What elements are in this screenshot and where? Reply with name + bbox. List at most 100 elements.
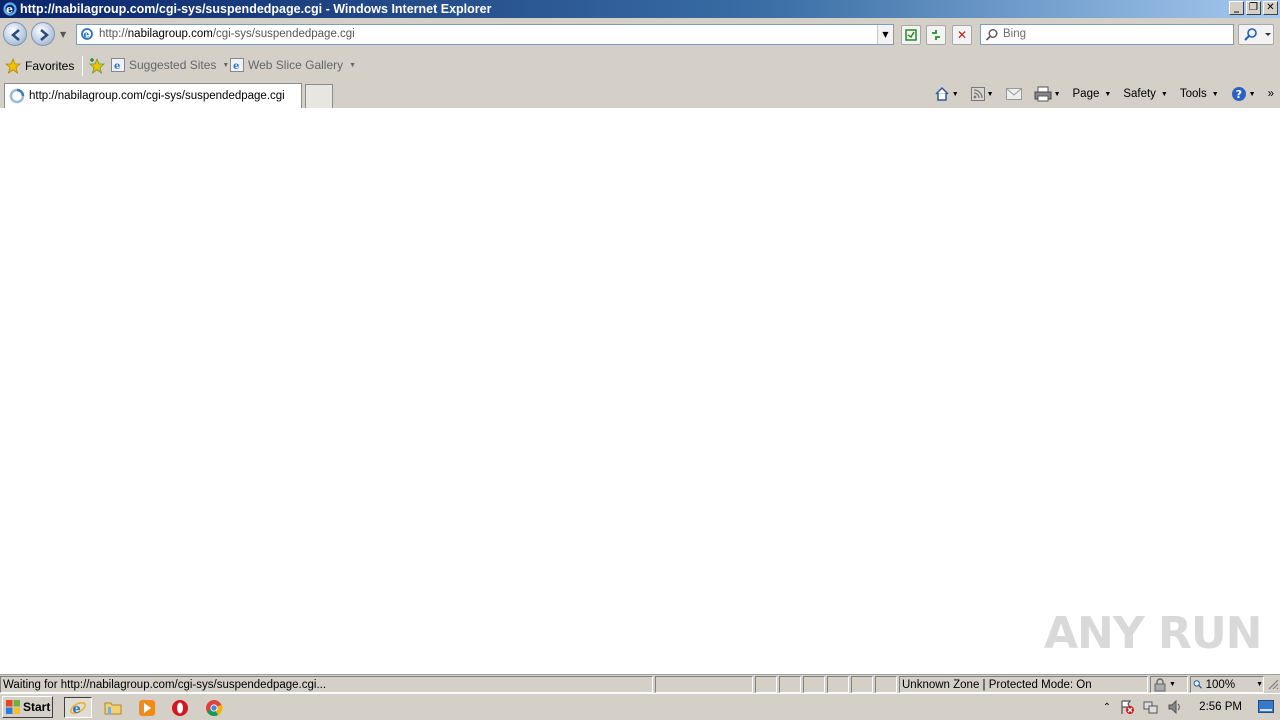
chevron-down-icon: ▼ — [222, 61, 230, 69]
back-button[interactable] — [3, 22, 27, 46]
chevron-down-icon: ▼ — [1248, 90, 1256, 98]
page-content: ANY RUN — [0, 108, 1280, 674]
show-desktop-icon[interactable] — [1258, 700, 1274, 714]
resize-grip-icon[interactable] — [1266, 676, 1280, 693]
restore-button[interactable]: ❐ — [1246, 1, 1261, 15]
read-mail-button[interactable] — [1005, 88, 1022, 100]
favorites-separator — [82, 56, 83, 76]
chevron-down-icon: ▼ — [1053, 90, 1061, 98]
stop-icon: ✕ — [956, 28, 968, 42]
home-button[interactable]: ▼ — [934, 86, 959, 102]
tab-label: http://nabilagroup.com/cgi-sys/suspended… — [29, 90, 285, 102]
page-menu[interactable]: Page ▼ — [1073, 88, 1112, 100]
taskbar-opera[interactable] — [166, 697, 194, 718]
suggested-sites-link[interactable]: e Suggested Sites ▼ — [111, 58, 229, 72]
recent-pages-dropdown-icon[interactable]: ▼ — [60, 30, 66, 39]
zoom-icon — [1193, 680, 1203, 689]
help-menu[interactable]: ? ▼ — [1231, 86, 1256, 102]
address-dropdown-button[interactable]: ▼ — [877, 25, 893, 44]
rss-feed-icon — [970, 87, 985, 101]
action-center-flag-icon[interactable] — [1119, 699, 1135, 715]
status-cell-3 — [803, 676, 825, 693]
command-bar: ▼ ▼ ▼ Page ▼ Safety ▼ Tools ▼ ? ▼ » — [934, 84, 1280, 104]
home-icon — [935, 86, 949, 101]
svg-text:e: e — [6, 3, 13, 16]
favorites-button[interactable]: Favorites — [5, 58, 74, 74]
address-url[interactable]: http://nabilagroup.com/cgi-sys/suspended… — [99, 28, 355, 40]
taskbar-internet-explorer[interactable]: e — [64, 697, 92, 718]
print-button[interactable]: ▼ — [1034, 86, 1061, 102]
grip-icon — [1268, 679, 1279, 690]
search-placeholder: Bing — [1003, 28, 1027, 40]
show-hidden-icons-icon[interactable]: ⌃ — [1103, 702, 1111, 713]
windows-logo-icon — [6, 700, 20, 714]
navigation-bar: ▼ e http://nabilagroup.com/cgi-sys/suspe… — [0, 18, 1280, 52]
feeds-button[interactable]: ▼ — [970, 87, 994, 101]
chevron-down-icon: ▼ — [1256, 681, 1263, 688]
new-tab-button[interactable] — [305, 84, 333, 108]
close-window-button[interactable]: ✕ — [1263, 1, 1278, 15]
svg-text:?: ? — [1235, 88, 1241, 101]
forward-button[interactable] — [31, 22, 55, 46]
volume-icon[interactable] — [1167, 699, 1183, 715]
back-arrow-icon — [11, 29, 20, 41]
tab-row: http://nabilagroup.com/cgi-sys/suspended… — [0, 80, 1280, 108]
forward-arrow-icon — [40, 29, 49, 41]
clock[interactable]: 2:56 PM — [1199, 701, 1242, 713]
zoom-level-button[interactable]: 100% ▼ — [1190, 676, 1264, 693]
help-icon: ? — [1231, 87, 1246, 101]
network-icon[interactable] — [1143, 699, 1159, 715]
suggested-sites-ie-icon: e — [111, 58, 125, 72]
tools-menu[interactable]: Tools ▼ — [1180, 88, 1219, 100]
start-button[interactable]: Start — [2, 696, 53, 718]
progress-cell — [655, 676, 753, 693]
add-to-favorites-bar-button[interactable] — [88, 58, 106, 74]
search-icon — [985, 29, 998, 41]
refresh-button[interactable] — [926, 25, 946, 45]
url-prefix: http:// — [99, 28, 128, 40]
taskbar-file-explorer[interactable] — [99, 697, 127, 718]
compatibility-view-button[interactable] — [901, 25, 921, 45]
web-slice-gallery-link[interactable]: e Web Slice Gallery ▼ — [230, 58, 356, 72]
taskbar: Start e ⌃ 2:56 PM — [0, 693, 1280, 720]
search-box[interactable]: Bing — [980, 24, 1234, 45]
chevron-down-icon: ▼ — [1160, 90, 1168, 98]
chevron-down-icon: ▼ — [1211, 90, 1219, 98]
more-commands-icon: » — [1267, 88, 1274, 100]
taskbar-media-player[interactable] — [133, 697, 161, 718]
more-commands-button[interactable]: » — [1268, 88, 1274, 100]
address-bar[interactable]: e http://nabilagroup.com/cgi-sys/suspend… — [76, 24, 894, 45]
protected-mode-button[interactable]: ▼ — [1150, 676, 1188, 693]
status-cell-5 — [851, 676, 873, 693]
security-zone[interactable]: Unknown Zone | Protected Mode: On — [899, 676, 1148, 693]
search-go-icon — [1244, 28, 1271, 41]
media-player-icon — [139, 699, 155, 716]
chevron-down-icon: ▼ — [1104, 90, 1112, 98]
mail-icon — [1005, 88, 1022, 100]
search-go-button[interactable] — [1238, 24, 1274, 45]
safety-menu[interactable]: Safety ▼ — [1123, 88, 1168, 100]
folder-icon — [104, 702, 122, 714]
chevron-down-icon: ▼ — [986, 90, 994, 98]
taskbar-chrome[interactable] — [200, 697, 228, 718]
svg-text:e: e — [73, 702, 81, 717]
window-title: http://nabilagroup.com/cgi-sys/suspended… — [20, 2, 492, 16]
compatibility-icon — [905, 29, 917, 41]
tab-current[interactable]: http://nabilagroup.com/cgi-sys/suspended… — [4, 83, 302, 108]
chevron-down-icon: ▼ — [951, 90, 959, 98]
stop-button[interactable]: ✕ — [952, 25, 972, 45]
zoom-level: 100% — [1205, 678, 1236, 691]
svg-text:e: e — [114, 61, 120, 72]
favorites-label: Favorites — [25, 59, 75, 73]
status-cell-4 — [827, 676, 849, 693]
favorites-star-icon — [5, 58, 21, 74]
safety-menu-label: Safety — [1123, 88, 1156, 100]
ie-logo-icon: e — [3, 2, 17, 16]
minimize-button[interactable]: _ — [1229, 1, 1244, 15]
favorites-bar: Favorites e Suggested Sites ▼ e Web Slic… — [0, 52, 1280, 80]
watermark: ANY RUN — [1040, 608, 1262, 659]
svg-text:e: e — [84, 31, 90, 41]
watermark-text: ANY RUN — [1044, 608, 1262, 659]
chevron-down-icon: ▼ — [1169, 681, 1176, 688]
status-bar: Waiting for http://nabilagroup.com/cgi-s… — [0, 674, 1280, 693]
